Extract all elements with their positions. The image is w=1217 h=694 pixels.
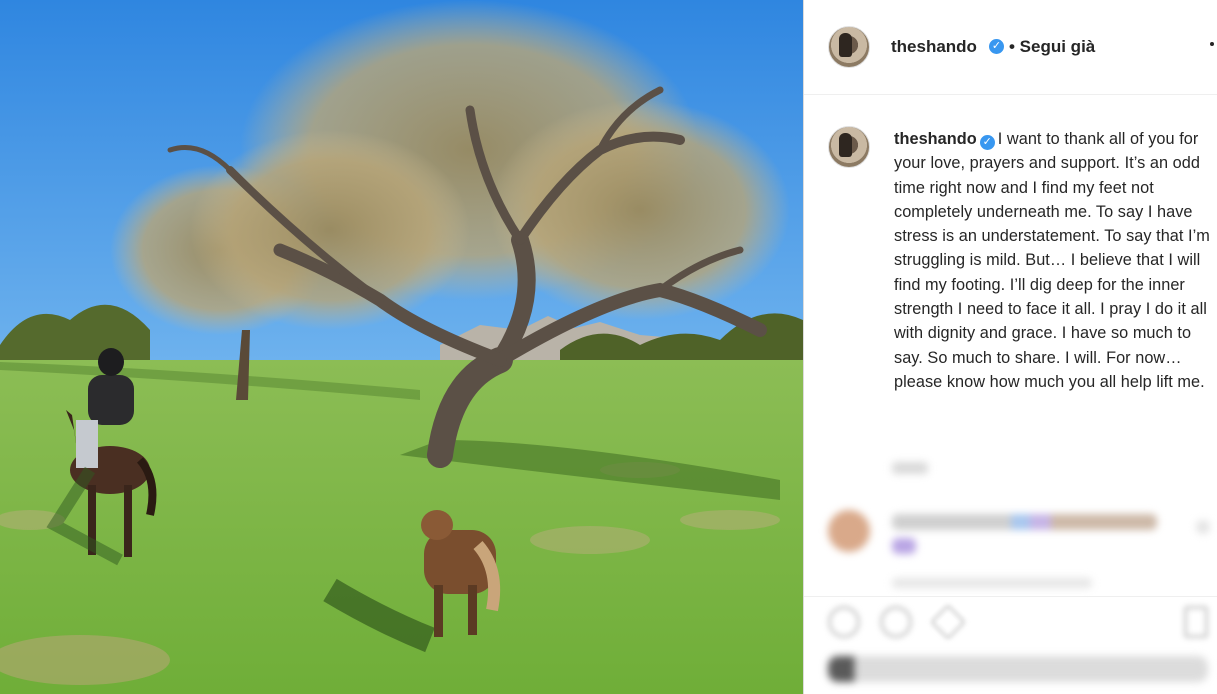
comment-meta-blurred [892, 578, 1092, 588]
post-panel: theshando ✓ • Segui già theshando ✓ I want… [803, 0, 1217, 694]
post-header: theshando ✓ • Segui già [804, 0, 1217, 95]
comment-emoji-blurred [892, 538, 916, 554]
avatar[interactable] [828, 26, 870, 68]
share-icon[interactable] [929, 603, 967, 641]
bookmark-icon[interactable] [1184, 606, 1208, 638]
post-caption: theshando ✓ I want to thank all of you for… [894, 127, 1216, 394]
verified-badge-icon: ✓ [989, 39, 1004, 54]
caption-timestamp-blurred [892, 462, 928, 474]
caption-avatar[interactable] [828, 126, 870, 168]
landscape-photo [0, 0, 803, 694]
follow-status[interactable]: • Segui già [1009, 37, 1095, 57]
header-username[interactable]: theshando [891, 37, 977, 57]
caption-username[interactable]: theshando [894, 130, 977, 148]
actions-divider [804, 596, 1217, 597]
post-photo[interactable] [0, 0, 803, 694]
comment-icon[interactable] [880, 606, 912, 638]
verified-badge-icon: ✓ [979, 135, 995, 150]
likes-line-blurred [828, 656, 1208, 682]
caption-text: I want to thank all of you for your love… [894, 130, 1210, 391]
comment-like-icon[interactable] [1196, 520, 1210, 534]
heart-icon[interactable] [828, 606, 860, 638]
comment-text-blurred [892, 514, 1157, 530]
more-options-icon[interactable] [1210, 42, 1214, 46]
comment-avatar-blurred [828, 510, 870, 552]
